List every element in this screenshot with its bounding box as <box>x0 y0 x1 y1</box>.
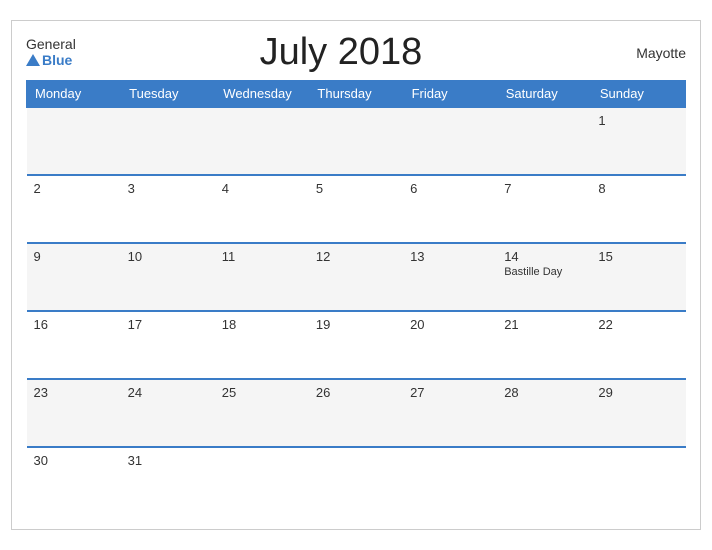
day-number: 14 <box>504 249 584 264</box>
calendar-cell: 24 <box>121 379 215 447</box>
day-number: 27 <box>410 385 490 400</box>
week-row-3: 9 10 11 12 13 14 Bastille Day 15 <box>27 243 686 311</box>
day-number: 11 <box>222 249 302 264</box>
day-number: 28 <box>504 385 584 400</box>
calendar-cell: 22 <box>591 311 685 379</box>
day-number: 23 <box>34 385 114 400</box>
calendar-cell: 12 <box>309 243 403 311</box>
week-row-6: 30 31 <box>27 447 686 515</box>
day-number: 1 <box>598 113 678 128</box>
weekday-header-monday: Monday <box>27 81 121 108</box>
day-number: 6 <box>410 181 490 196</box>
calendar-cell <box>309 447 403 515</box>
calendar-cell: 27 <box>403 379 497 447</box>
calendar-cell: 6 <box>403 175 497 243</box>
calendar-cell <box>497 107 591 175</box>
day-number: 16 <box>34 317 114 332</box>
calendar-cell <box>215 107 309 175</box>
day-number: 17 <box>128 317 208 332</box>
day-number: 3 <box>128 181 208 196</box>
day-number: 29 <box>598 385 678 400</box>
calendar-cell: 30 <box>27 447 121 515</box>
day-number: 7 <box>504 181 584 196</box>
calendar-cell <box>215 447 309 515</box>
day-number: 26 <box>316 385 396 400</box>
logo-triangle-icon <box>26 54 40 66</box>
week-row-2: 2345678 <box>27 175 686 243</box>
weekday-header-sunday: Sunday <box>591 81 685 108</box>
day-number: 22 <box>598 317 678 332</box>
weekday-header-friday: Friday <box>403 81 497 108</box>
calendar-cell <box>121 107 215 175</box>
calendar-cell <box>27 107 121 175</box>
calendar-table: MondayTuesdayWednesdayThursdayFridaySatu… <box>26 80 686 515</box>
calendar-cell: 19 <box>309 311 403 379</box>
calendar-cell: 10 <box>121 243 215 311</box>
calendar-cell <box>497 447 591 515</box>
day-number: 10 <box>128 249 208 264</box>
week-row-1: 1 <box>27 107 686 175</box>
day-number: 19 <box>316 317 396 332</box>
day-number: 12 <box>316 249 396 264</box>
calendar-cell: 9 <box>27 243 121 311</box>
calendar-title: July 2018 <box>76 31 606 74</box>
calendar-cell <box>403 107 497 175</box>
calendar-cell: 26 <box>309 379 403 447</box>
calendar-cell: 1 <box>591 107 685 175</box>
weekday-header-row: MondayTuesdayWednesdayThursdayFridaySatu… <box>27 81 686 108</box>
calendar-cell <box>591 447 685 515</box>
day-number: 24 <box>128 385 208 400</box>
calendar-container: General Blue July 2018 Mayotte MondayTue… <box>11 20 701 530</box>
calendar-cell: 13 <box>403 243 497 311</box>
weekday-header-saturday: Saturday <box>497 81 591 108</box>
holiday-label: Bastille Day <box>504 266 584 278</box>
week-row-4: 16 17 18 19 20 21 22 <box>27 311 686 379</box>
calendar-cell: 23 <box>27 379 121 447</box>
calendar-region: Mayotte <box>606 45 686 61</box>
logo: General Blue <box>26 37 76 68</box>
calendar-cell: 31 <box>121 447 215 515</box>
weekday-header-thursday: Thursday <box>309 81 403 108</box>
calendar-cell: 17 <box>121 311 215 379</box>
day-number: 8 <box>598 181 678 196</box>
calendar-cell: 4 <box>215 175 309 243</box>
calendar-cell: 29 <box>591 379 685 447</box>
logo-blue-text: Blue <box>42 53 72 68</box>
day-number: 18 <box>222 317 302 332</box>
weekday-header-tuesday: Tuesday <box>121 81 215 108</box>
day-number: 25 <box>222 385 302 400</box>
calendar-cell: 21 <box>497 311 591 379</box>
calendar-cell: 2 <box>27 175 121 243</box>
day-number: 9 <box>34 249 114 264</box>
calendar-cell <box>403 447 497 515</box>
calendar-cell: 18 <box>215 311 309 379</box>
calendar-cell: 15 <box>591 243 685 311</box>
calendar-cell <box>309 107 403 175</box>
calendar-cell: 25 <box>215 379 309 447</box>
logo-general-text: General <box>26 37 76 52</box>
calendar-cell: 11 <box>215 243 309 311</box>
day-number: 20 <box>410 317 490 332</box>
calendar-cell: 3 <box>121 175 215 243</box>
calendar-cell: 28 <box>497 379 591 447</box>
day-number: 5 <box>316 181 396 196</box>
calendar-cell: 20 <box>403 311 497 379</box>
day-number: 30 <box>34 453 114 468</box>
calendar-header: General Blue July 2018 Mayotte <box>26 31 686 74</box>
day-number: 4 <box>222 181 302 196</box>
weekday-header-wednesday: Wednesday <box>215 81 309 108</box>
calendar-cell: 8 <box>591 175 685 243</box>
calendar-cell: 7 <box>497 175 591 243</box>
day-number: 21 <box>504 317 584 332</box>
calendar-cell: 16 <box>27 311 121 379</box>
calendar-cell: 5 <box>309 175 403 243</box>
calendar-cell: 14 Bastille Day <box>497 243 591 311</box>
day-number: 31 <box>128 453 208 468</box>
day-number: 13 <box>410 249 490 264</box>
week-row-5: 23 24 25 26 27 28 29 <box>27 379 686 447</box>
day-number: 2 <box>34 181 114 196</box>
day-number: 15 <box>598 249 678 264</box>
